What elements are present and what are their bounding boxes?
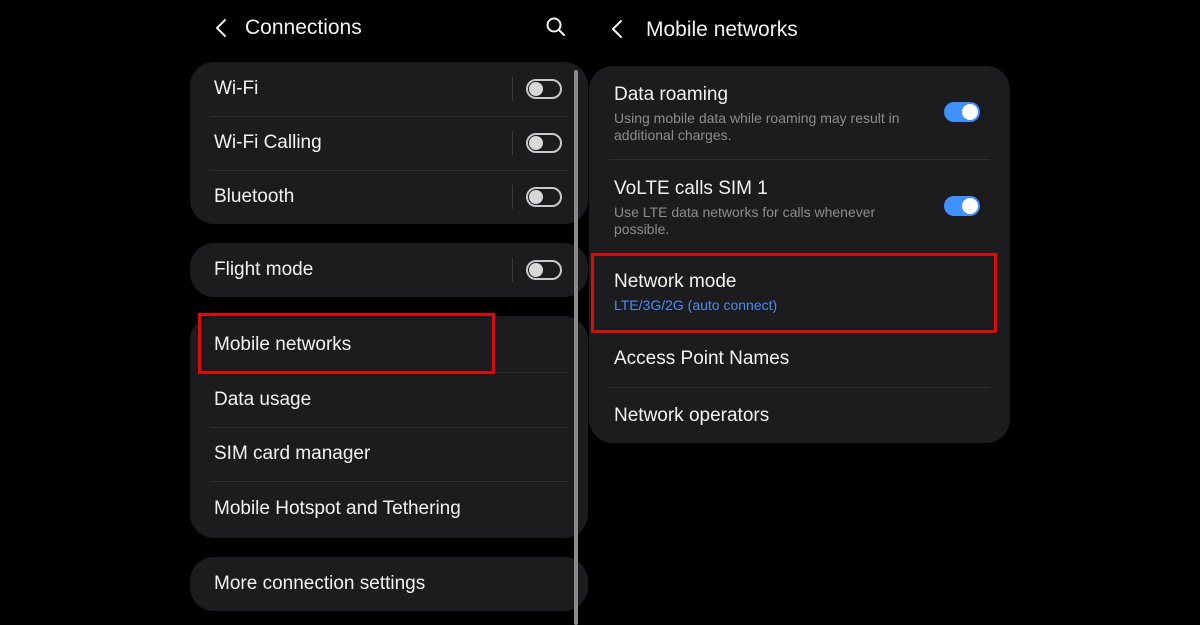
- volte-calls-title: VoLTE calls SIM 1: [614, 178, 768, 199]
- more-connection-settings-label: More connection settings: [214, 573, 426, 594]
- toggle-separator: [512, 77, 513, 101]
- scrollbar[interactable]: [574, 70, 578, 625]
- mobile-networks-label: Mobile networks: [214, 334, 352, 355]
- access-point-names-row[interactable]: Access Point Names: [589, 331, 1010, 387]
- wifi-calling-row[interactable]: Wi-Fi Calling: [190, 117, 588, 170]
- connections-group-flight: Flight mode: [190, 243, 588, 297]
- toggle-separator: [512, 185, 513, 209]
- connections-header: Connections: [190, 0, 590, 58]
- volte-calls-description: Use LTE data networks for calls whenever…: [614, 204, 876, 237]
- network-mode-row[interactable]: Network mode LTE/3G/2G (auto connect): [589, 254, 1010, 330]
- data-roaming-title: Data roaming: [614, 84, 729, 105]
- connections-group-mobile: Mobile networks Data usage SIM card mana…: [190, 316, 588, 538]
- wifi-label: Wi-Fi: [214, 78, 259, 99]
- connections-group-wireless: Wi-Fi Wi-Fi Calling Bluetooth: [190, 62, 588, 224]
- data-usage-row[interactable]: Data usage: [190, 373, 588, 427]
- network-mode-value: LTE/3G/2G (auto connect): [614, 297, 778, 313]
- chevron-left-icon[interactable]: [608, 17, 628, 41]
- connections-group-more: More connection settings: [190, 557, 588, 611]
- page-title: Connections: [245, 16, 362, 39]
- toggle-separator: [512, 258, 513, 282]
- flight-mode-row[interactable]: Flight mode: [190, 243, 588, 297]
- mobile-networks-header: Mobile networks: [588, 0, 1012, 58]
- mobile-networks-screen: Mobile networks Data roaming Using mobil…: [588, 0, 1012, 625]
- wifi-calling-toggle[interactable]: [526, 133, 562, 153]
- toggle-separator: [512, 131, 513, 155]
- bluetooth-toggle[interactable]: [526, 187, 562, 207]
- data-roaming-row[interactable]: Data roaming Using mobile data while roa…: [589, 66, 1010, 159]
- data-roaming-description: Using mobile data while roaming may resu…: [614, 110, 900, 143]
- flight-mode-toggle[interactable]: [526, 260, 562, 280]
- mobile-hotspot-row[interactable]: Mobile Hotspot and Tethering: [190, 482, 588, 538]
- network-operators-title: Network operators: [614, 405, 770, 426]
- volte-calls-row[interactable]: VoLTE calls SIM 1 Use LTE data networks …: [589, 160, 1010, 253]
- more-connection-settings-row[interactable]: More connection settings: [190, 557, 588, 611]
- connections-screen: Connections Wi-Fi Wi-Fi Calling Bluetoot…: [190, 0, 590, 625]
- wifi-calling-label: Wi-Fi Calling: [214, 132, 322, 153]
- bluetooth-label: Bluetooth: [214, 186, 295, 207]
- wifi-row[interactable]: Wi-Fi: [190, 62, 588, 116]
- network-operators-row[interactable]: Network operators: [589, 388, 1010, 443]
- wifi-toggle[interactable]: [526, 79, 562, 99]
- mobile-hotspot-label: Mobile Hotspot and Tethering: [214, 498, 461, 519]
- flight-mode-label: Flight mode: [214, 259, 314, 280]
- volte-calls-toggle[interactable]: [944, 196, 980, 216]
- search-icon[interactable]: [545, 16, 567, 38]
- mobile-networks-row[interactable]: Mobile networks: [190, 316, 588, 372]
- sim-card-manager-label: SIM card manager: [214, 443, 371, 464]
- mobile-networks-card: Data roaming Using mobile data while roa…: [589, 66, 1010, 443]
- network-mode-title: Network mode: [614, 271, 737, 292]
- data-usage-label: Data usage: [214, 389, 312, 410]
- chevron-left-icon[interactable]: [212, 16, 232, 40]
- sim-card-manager-row[interactable]: SIM card manager: [190, 428, 588, 482]
- page-title: Mobile networks: [646, 18, 798, 41]
- bluetooth-row[interactable]: Bluetooth: [190, 171, 588, 224]
- data-roaming-toggle[interactable]: [944, 102, 980, 122]
- access-point-names-title: Access Point Names: [614, 348, 790, 369]
